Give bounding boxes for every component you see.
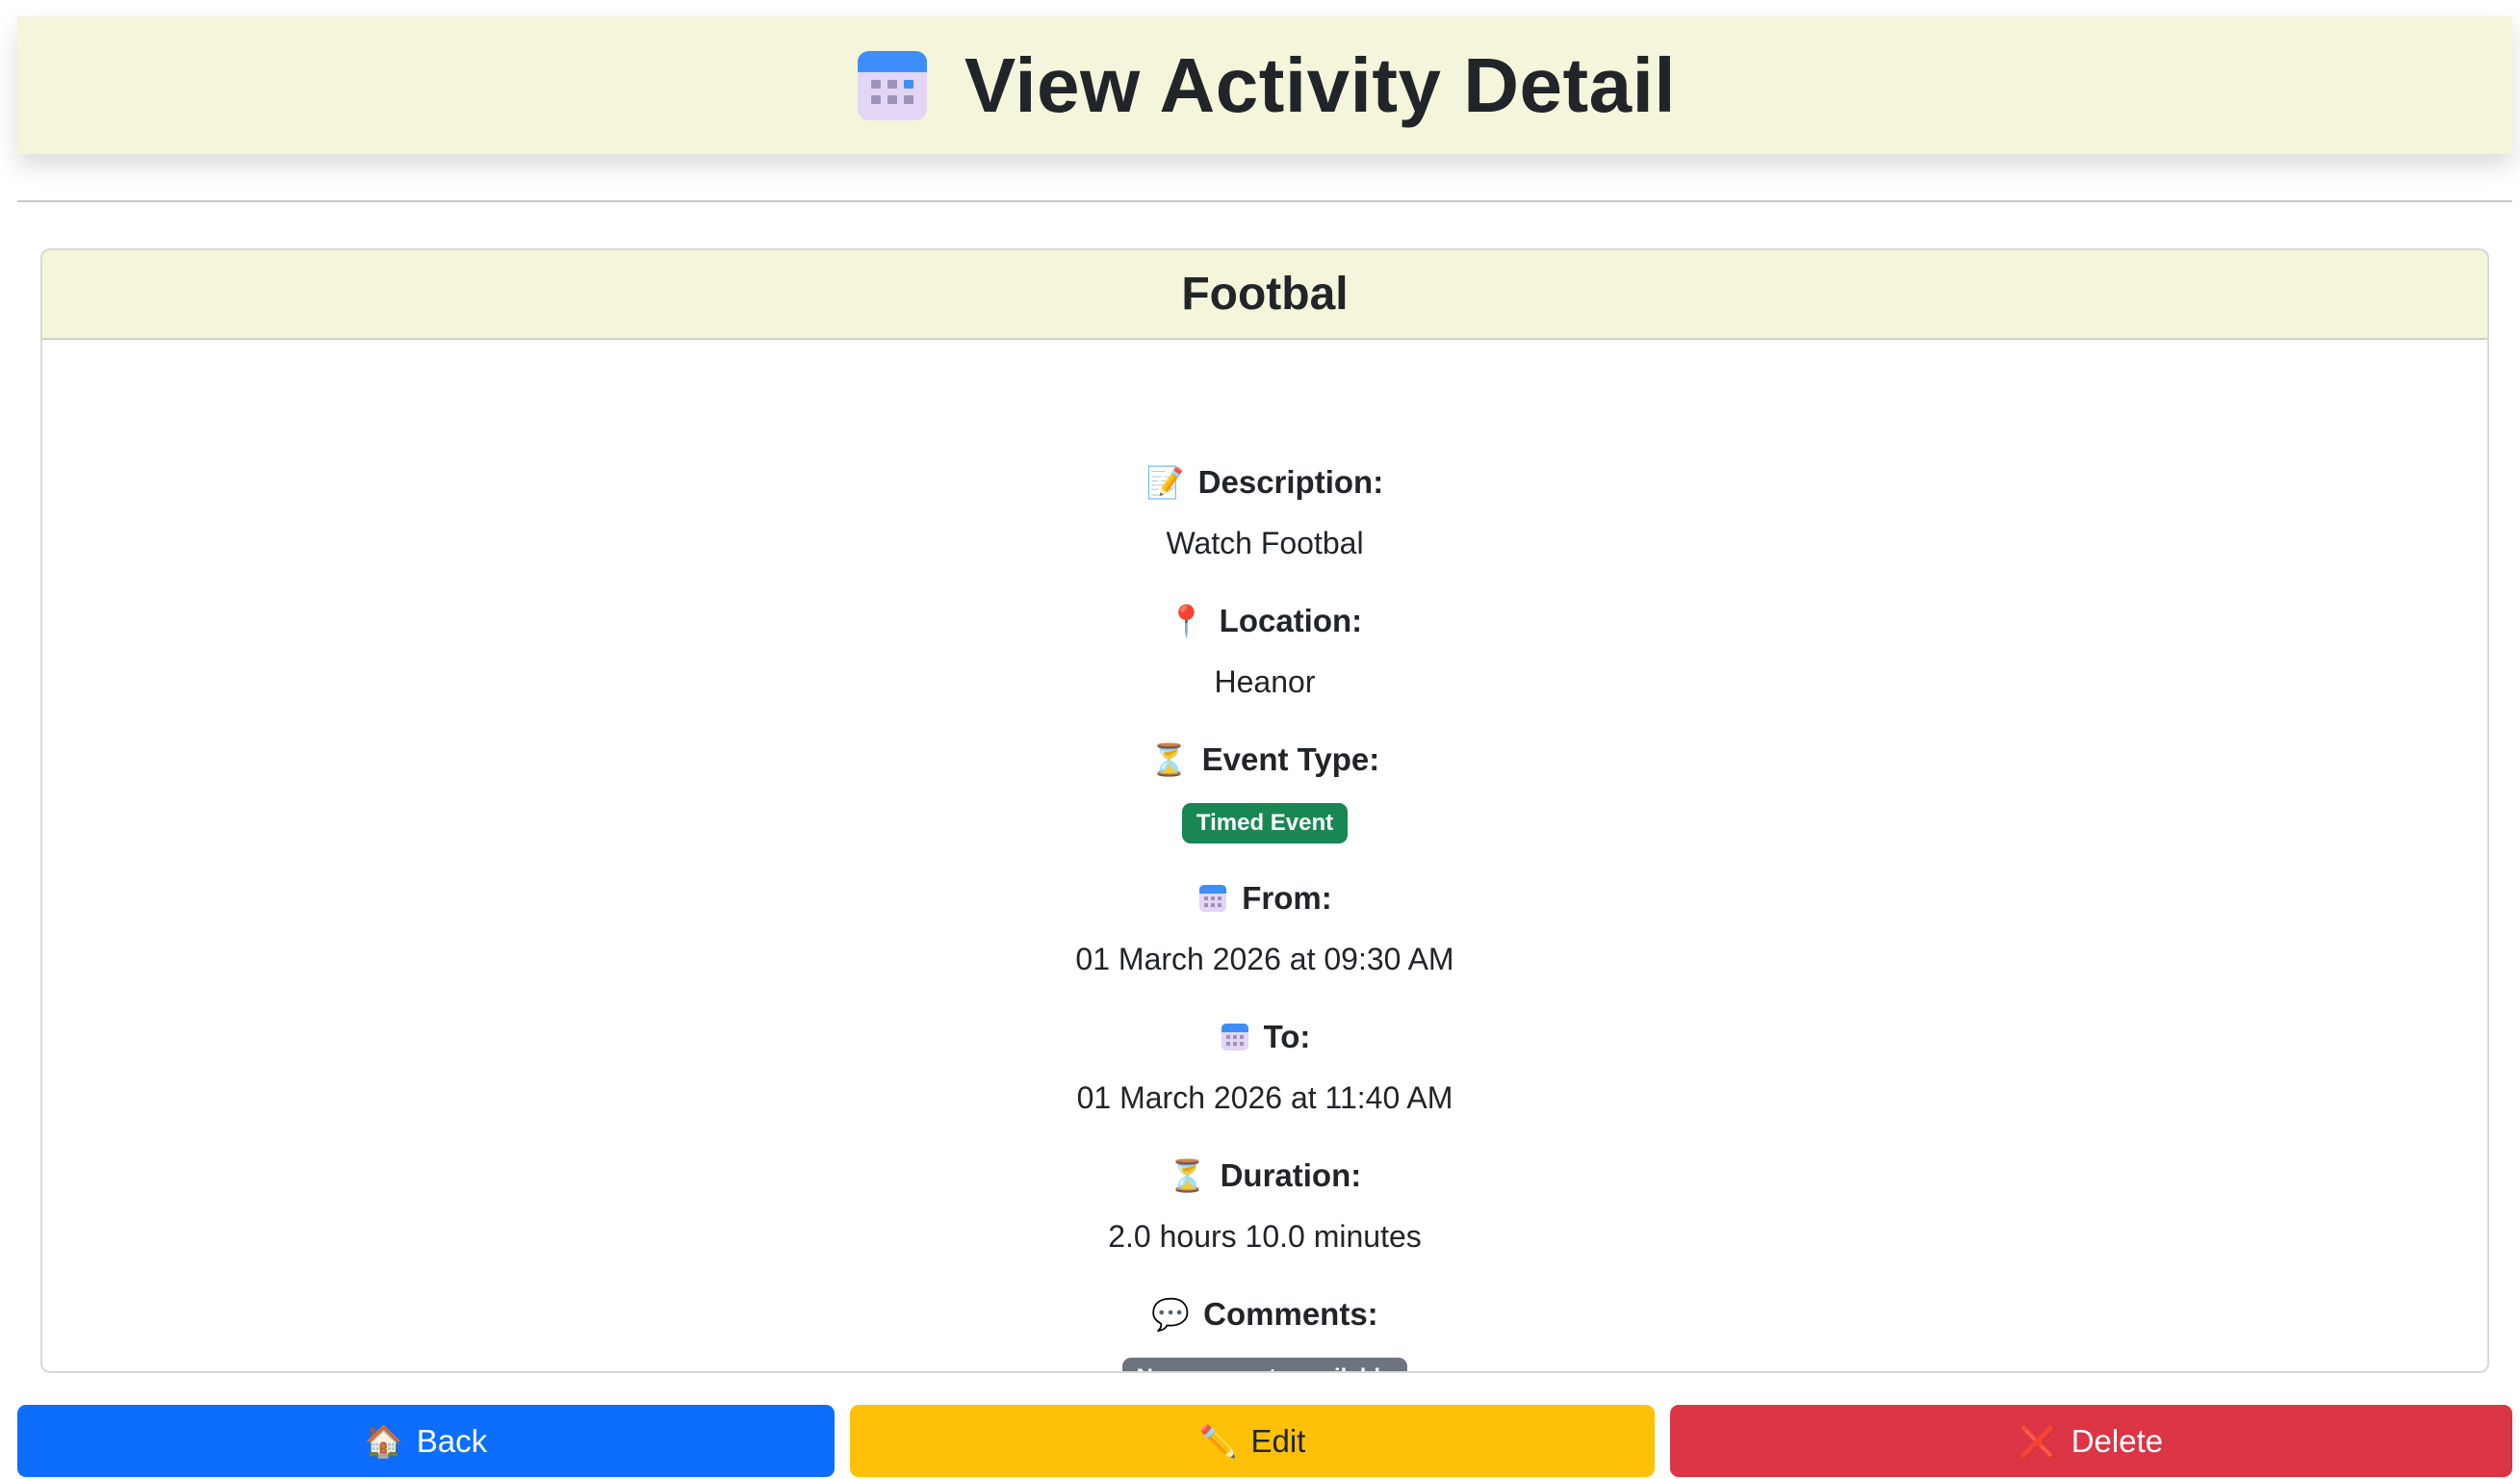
divider — [17, 200, 2512, 202]
duration-label: Duration: — [1220, 1157, 1362, 1193]
card-header: Footbal — [42, 250, 2487, 340]
pencil-icon: ✏️ — [1198, 1422, 1238, 1460]
back-button[interactable]: 🏠 Back — [17, 1405, 835, 1477]
house-icon: 🏠 — [364, 1422, 403, 1460]
description-value: Watch Footbal — [1166, 526, 1364, 560]
to-label-row: To: — [42, 1019, 2487, 1055]
speech-bubble-icon: 💬 — [1151, 1296, 1191, 1333]
hourglass-icon: ⏳ — [1149, 741, 1189, 778]
event-type-label: Event Type: — [1201, 741, 1380, 777]
location-value: Heanor — [1214, 664, 1316, 699]
location-label: Location: — [1219, 603, 1363, 638]
duration-label-row: ⏳ Duration: — [42, 1157, 2487, 1194]
comments-label: Comments: — [1203, 1296, 1378, 1332]
edit-button-label: Edit — [1250, 1422, 1306, 1459]
cross-icon: ❌ — [2019, 1422, 2058, 1460]
activity-name: Footbal — [1181, 269, 1349, 320]
from-value: 01 March 2026 at 09:30 AM — [1075, 942, 1454, 976]
edit-button[interactable]: ✏️ Edit — [850, 1405, 1655, 1477]
comments-badge: No comments available — [1121, 1358, 1408, 1371]
description-label: Description: — [1197, 464, 1384, 500]
pin-icon: 📍 — [1167, 603, 1206, 639]
to-label: To: — [1263, 1019, 1311, 1054]
event-type-badge-row: Timed Event — [42, 803, 2487, 843]
delete-button-label: Delete — [2070, 1422, 2164, 1459]
event-type-badge: Timed Event — [1181, 803, 1349, 843]
from-label: From: — [1242, 880, 1332, 916]
event-type-label-row: ⏳ Event Type: — [42, 741, 2487, 778]
memo-icon: 📝 — [1145, 464, 1185, 501]
calendar-icon — [1199, 885, 1227, 912]
hourglass-icon: ⏳ — [1168, 1157, 1207, 1194]
duration-value: 2.0 hours 10.0 minutes — [1108, 1219, 1422, 1254]
comments-badge-row: No comments available — [42, 1358, 2487, 1371]
to-value: 01 March 2026 at 11:40 AM — [1076, 1080, 1453, 1115]
back-button-label: Back — [416, 1422, 488, 1459]
delete-button[interactable]: ❌ Delete — [1670, 1405, 2512, 1477]
from-label-row: From: — [42, 880, 2487, 917]
description-label-row: 📝 Description: — [42, 464, 2487, 501]
calendar-icon — [857, 50, 927, 120]
page-header: View Activity Detail — [17, 16, 2512, 154]
page-title: View Activity Detail — [964, 41, 1677, 128]
comments-label-row: 💬 Comments: — [42, 1296, 2487, 1333]
location-label-row: 📍 Location: — [42, 603, 2487, 639]
activity-card: Footbal 📝 Description: Watch Footbal 📍 L… — [40, 248, 2489, 1373]
calendar-icon — [1221, 1024, 1248, 1051]
